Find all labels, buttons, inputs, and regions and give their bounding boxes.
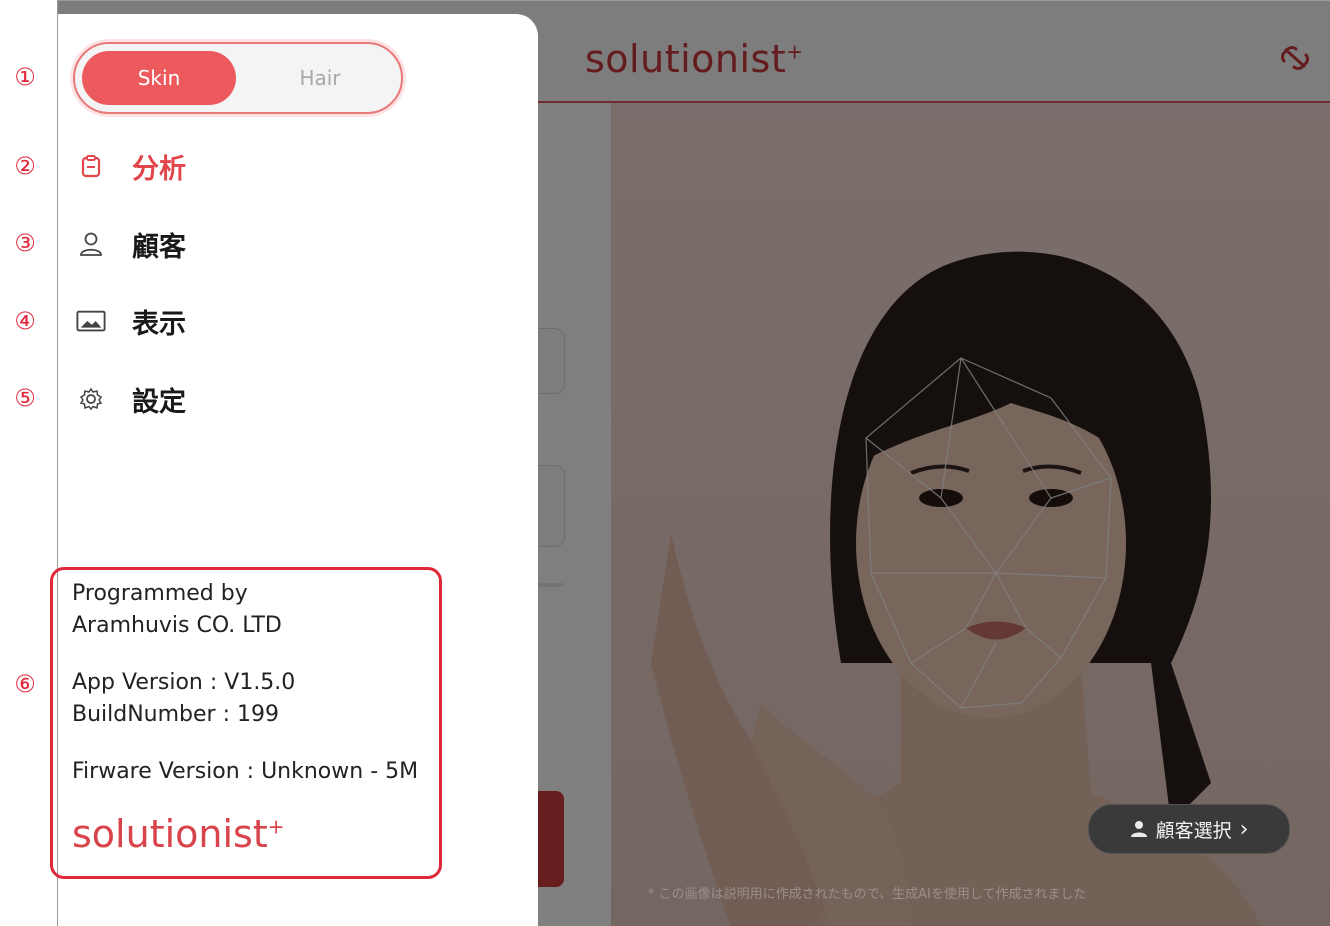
- build-number: BuildNumber : 199: [72, 702, 279, 727]
- annotation-1: ①: [14, 63, 36, 91]
- user-icon: [76, 229, 106, 259]
- app-version: App Version : V1.5.0: [72, 670, 296, 695]
- programmed-by-label: Programmed by: [72, 581, 248, 606]
- customer-select-label: 顧客選択: [1155, 819, 1232, 842]
- menu-label-display: 表示: [132, 308, 186, 340]
- annotation-4: ④: [14, 307, 36, 335]
- annotation-3: ③: [14, 229, 36, 257]
- annotation-5: ⑤: [14, 384, 36, 412]
- annotation-2: ②: [14, 152, 36, 180]
- menu-label-analysis: 分析: [132, 153, 186, 185]
- person-icon: [1130, 821, 1147, 837]
- menu-label-customer: 顧客: [132, 231, 186, 263]
- hair-option[interactable]: Hair: [250, 51, 390, 105]
- image-icon: [76, 306, 106, 336]
- company-name: Aramhuvis CO. LTD: [72, 613, 282, 638]
- firmware-version: Firware Version : Unknown - 5M: [72, 759, 419, 784]
- annotation-6: ⑥: [14, 670, 36, 698]
- customer-select-button[interactable]: 顧客選択 ›: [1088, 804, 1290, 854]
- menu-item-analysis[interactable]: 分析: [76, 146, 186, 186]
- clipboard-icon: [76, 151, 106, 181]
- menu-item-display[interactable]: 表示: [76, 301, 186, 341]
- chevron-right-icon: ›: [1239, 816, 1249, 842]
- menu-label-settings: 設定: [132, 386, 186, 418]
- menu-item-customer[interactable]: 顧客: [76, 224, 186, 264]
- skin-option[interactable]: Skin: [82, 51, 236, 105]
- drawer-logo: solutionist+: [72, 812, 285, 856]
- menu-item-settings[interactable]: 設定: [76, 379, 186, 419]
- gear-icon: [76, 384, 106, 414]
- photo-caption: * この画像は説明用に作成されたもので、生成AIを使用して作成されました: [648, 887, 1087, 902]
- skin-hair-toggle: Skin Hair: [73, 42, 403, 114]
